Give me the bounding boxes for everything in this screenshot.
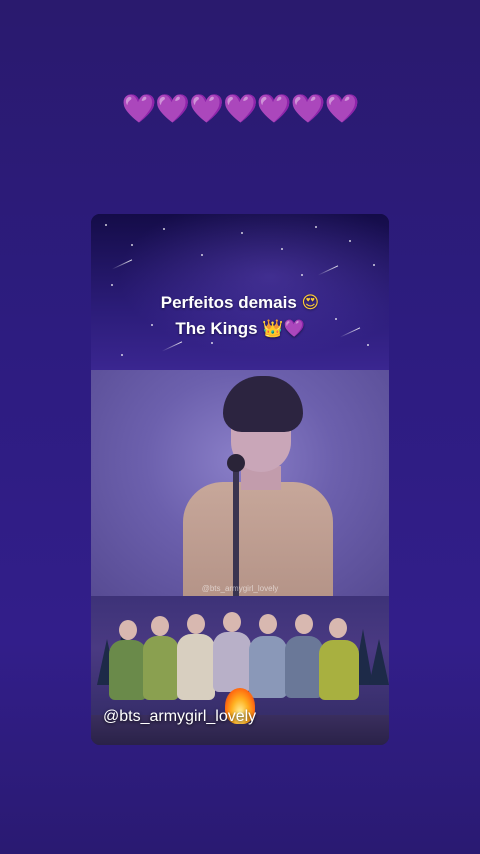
microphone-icon bbox=[227, 454, 245, 472]
singer-body bbox=[183, 482, 333, 596]
caption-line-1-text: Perfeitos demais bbox=[160, 293, 297, 312]
starry-sky-panel: Perfeitos demais 😍 The Kings 👑💜 bbox=[91, 214, 389, 370]
caption-line-2: The Kings 👑💜 bbox=[91, 316, 389, 342]
caption-line-1: Perfeitos demais 😍 bbox=[91, 290, 389, 316]
crown-emoji-icon: 👑 bbox=[262, 319, 284, 339]
heart-eyes-emoji-icon: 😍 bbox=[301, 293, 320, 313]
story-caption: Perfeitos demais 😍 The Kings 👑💜 bbox=[91, 290, 389, 342]
story-media-card[interactable]: Perfeitos demais 😍 The Kings 👑💜 @bts_arm… bbox=[91, 214, 389, 745]
concert-video-frame[interactable]: @bts_armygirl_lovely bbox=[91, 370, 389, 596]
caption-line-2-text: The Kings bbox=[175, 319, 258, 338]
account-handle[interactable]: @bts_armygirl_lovely bbox=[103, 708, 256, 726]
singer-hair bbox=[223, 376, 303, 432]
purple-hearts-row: 💜💜💜💜💜💜💜 bbox=[121, 93, 359, 124]
purple-heart-emoji-icon: 💜 bbox=[283, 319, 305, 339]
mic-stand bbox=[233, 460, 239, 596]
campfire-illustration: @bts_armygirl_lovely bbox=[91, 596, 389, 745]
video-watermark: @bts_armygirl_lovely bbox=[201, 584, 279, 593]
